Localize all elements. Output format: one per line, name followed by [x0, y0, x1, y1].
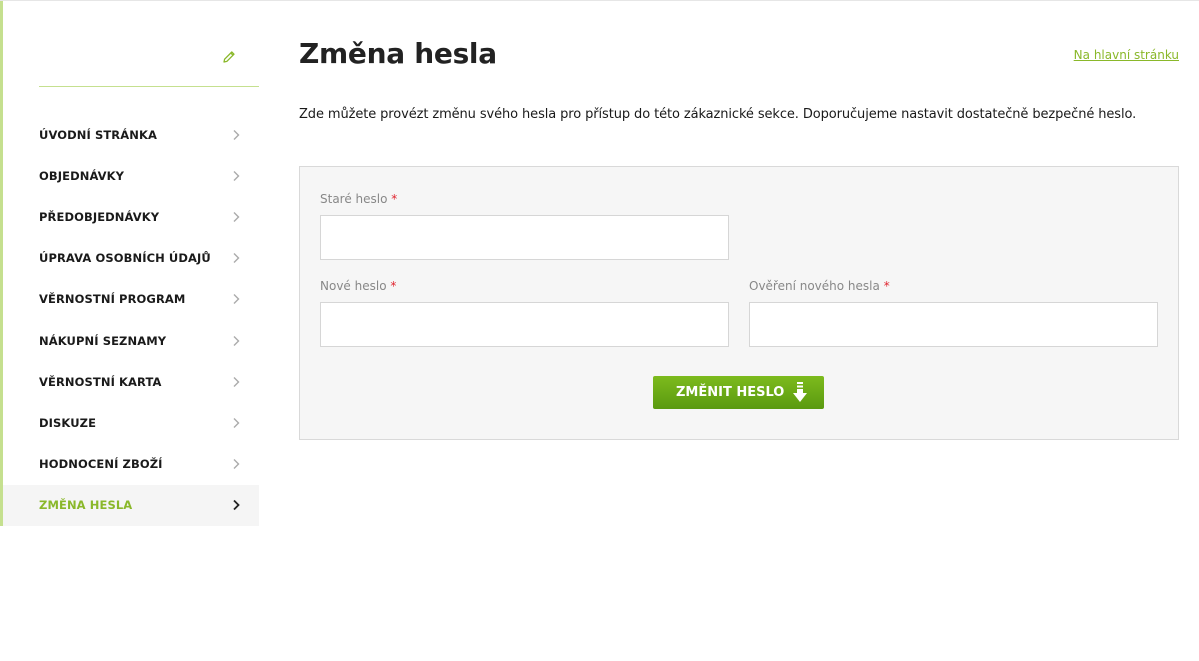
old-password-input[interactable]: [320, 215, 729, 260]
sidebar-header: [39, 1, 259, 87]
sidebar-item-label: HODNOCENÍ ZBOŽÍ: [39, 457, 163, 472]
chevron-right-icon: [233, 170, 240, 181]
change-password-button[interactable]: ZMĚNIT HESLO: [653, 376, 824, 409]
chevron-right-icon: [233, 459, 240, 470]
chevron-right-icon: [233, 500, 240, 511]
sidebar-item-3[interactable]: ÚPRAVA OSOBNÍCH ÚDAJŮ: [3, 238, 259, 279]
home-link[interactable]: Na hlavní stránku: [1074, 48, 1179, 62]
new-password-input[interactable]: [320, 302, 729, 347]
new-password-label: Nové heslo *: [320, 279, 397, 293]
sidebar-item-1[interactable]: OBJEDNÁVKY: [3, 155, 259, 196]
sidebar-nav: ÚVODNÍ STRÁNKA OBJEDNÁVKY PŘEDOBJEDNÁVKY ÚP…: [3, 114, 259, 526]
chevron-right-icon: [233, 129, 240, 140]
sidebar-item-6[interactable]: VĚRNOSTNÍ KARTA: [3, 361, 259, 402]
sidebar-item-9[interactable]: ZMĚNA HESLA: [3, 484, 259, 526]
sidebar-item-7[interactable]: DISKUZE: [3, 402, 259, 443]
old-password-label: Staré heslo *: [320, 192, 398, 206]
pencil-icon[interactable]: [221, 49, 237, 65]
required-mark: *: [391, 192, 398, 206]
page-title: Změna hesla: [299, 37, 497, 70]
required-mark: *: [390, 279, 397, 293]
required-mark: *: [883, 279, 890, 293]
sidebar-item-label: ÚVODNÍ STRÁNKA: [39, 127, 157, 142]
confirm-password-label: Ověření nového hesla *: [749, 279, 890, 293]
change-password-button-label: ZMĚNIT HESLO: [676, 385, 785, 400]
sidebar-item-label: VĚRNOSTNÍ KARTA: [39, 374, 162, 389]
sidebar-item-5[interactable]: NÁKUPNÍ SEZNAMY: [3, 320, 259, 361]
chevron-right-icon: [233, 211, 240, 222]
sidebar-item-label: DISKUZE: [39, 415, 97, 430]
sidebar-item-label: ÚPRAVA OSOBNÍCH ÚDAJŮ: [39, 251, 211, 266]
sidebar-item-0[interactable]: ÚVODNÍ STRÁNKA: [3, 114, 259, 155]
sidebar-item-label: VĚRNOSTNÍ PROGRAM: [39, 292, 186, 307]
chevron-right-icon: [233, 376, 240, 387]
sidebar-item-label: OBJEDNÁVKY: [39, 168, 125, 183]
sidebar-item-4[interactable]: VĚRNOSTNÍ PROGRAM: [3, 279, 259, 320]
sidebar-item-2[interactable]: PŘEDOBJEDNÁVKY: [3, 196, 259, 237]
sidebar-item-label: ZMĚNA HESLA: [39, 498, 133, 513]
arrow-down-icon: [793, 382, 807, 402]
chevron-right-icon: [233, 335, 240, 346]
sidebar-item-8[interactable]: HODNOCENÍ ZBOŽÍ: [3, 444, 259, 485]
sidebar-item-label: PŘEDOBJEDNÁVKY: [39, 209, 160, 224]
sidebar: ÚVODNÍ STRÁNKA OBJEDNÁVKY PŘEDOBJEDNÁVKY ÚP…: [0, 1, 259, 526]
intro-text: Zde můžete provézt změnu svého hesla pro…: [299, 107, 1137, 122]
confirm-password-input[interactable]: [749, 302, 1158, 347]
sidebar-item-label: NÁKUPNÍ SEZNAMY: [39, 333, 167, 348]
chevron-right-icon: [233, 417, 240, 428]
change-password-form: Staré heslo * Nové heslo * Ověření novéh…: [299, 166, 1179, 440]
chevron-right-icon: [233, 253, 240, 264]
chevron-right-icon: [233, 294, 240, 305]
